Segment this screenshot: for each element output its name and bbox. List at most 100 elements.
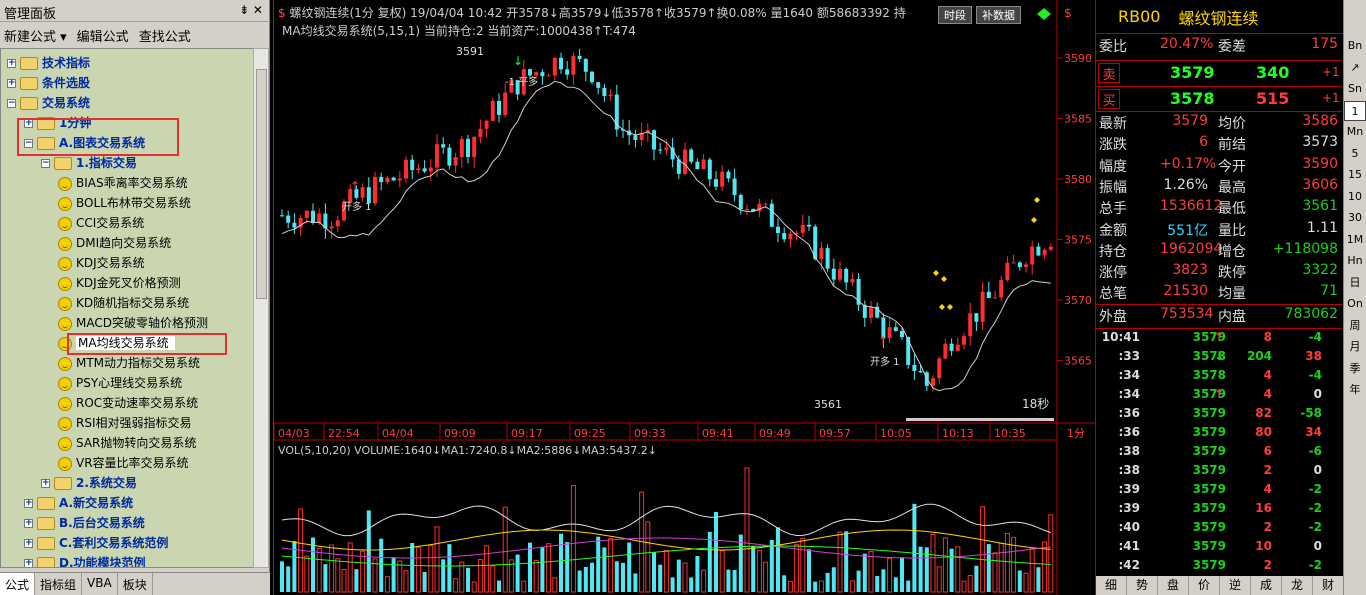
tree-node[interactable]: + B.后台交易系统 xyxy=(24,513,145,533)
expand-icon[interactable]: + xyxy=(7,79,16,88)
candle-body xyxy=(955,344,960,351)
stat-row: 涨跌 6 前结 3573 xyxy=(1096,134,1342,155)
volume-bar xyxy=(403,570,409,593)
expand-icon[interactable]: + xyxy=(24,499,33,508)
tree-node[interactable]: − 1.指标交易 xyxy=(41,153,137,173)
tree-node[interactable]: MTM动力指标交易系统 xyxy=(58,353,200,373)
x-tick-label: 04/04 xyxy=(382,427,414,440)
volume-bar xyxy=(447,544,452,592)
tree-scrollbar[interactable] xyxy=(253,48,269,568)
collapse-icon[interactable]: − xyxy=(7,99,16,108)
stat-value: 1536612 xyxy=(1160,198,1223,215)
tree-node[interactable]: MACD突破零轴价格预测 xyxy=(58,313,208,333)
period-button[interactable]: 日 xyxy=(1344,273,1366,293)
period-button[interactable]: ↗ xyxy=(1344,58,1366,78)
edit-formula-menu[interactable]: 编辑公式 xyxy=(77,26,129,45)
tick-price: 3579 xyxy=(1192,520,1226,534)
tick-change: -2 xyxy=(1308,558,1322,572)
tick-row: :38 3579 6 -6 xyxy=(1096,444,1342,465)
tree-node[interactable]: + D.功能模块范例 xyxy=(24,553,146,567)
period-button[interactable]: 年 xyxy=(1344,380,1366,400)
collapse-icon[interactable]: − xyxy=(41,159,50,168)
period-button[interactable]: 周 xyxy=(1344,316,1366,336)
tree-node[interactable]: BIAS乖离率交易系统 xyxy=(58,173,188,193)
tree-node[interactable]: KD随机指标交易系统 xyxy=(58,293,189,313)
period-button[interactable]: Bn xyxy=(1344,36,1366,56)
expand-icon[interactable]: + xyxy=(24,519,33,528)
tree-node[interactable]: − 交易系统 xyxy=(7,93,90,113)
tree-node[interactable]: SAR抛物转向交易系统 xyxy=(58,433,196,453)
tree-node[interactable]: KDJ交易系统 xyxy=(58,253,145,273)
tree-node[interactable]: VR容量比率交易系统 xyxy=(58,453,189,473)
tree-node[interactable]: + 条件选股 xyxy=(7,73,90,93)
tree-node[interactable]: + A.新交易系统 xyxy=(24,493,133,513)
candle-body xyxy=(311,210,315,223)
tree-node[interactable]: BOLL布林带交易系统 xyxy=(58,193,191,213)
expand-icon[interactable]: + xyxy=(41,479,50,488)
period-button[interactable]: On xyxy=(1344,294,1366,314)
fill-data-button[interactable]: 补数据 xyxy=(976,6,1021,24)
volume-bar xyxy=(912,503,917,592)
quote-tab[interactable]: 细 xyxy=(1096,576,1127,595)
tree-node[interactable]: + 技术指标 xyxy=(7,53,90,73)
quote-tab[interactable]: 价 xyxy=(1189,576,1220,595)
tree-node[interactable]: + C.套利交易系统范例 xyxy=(24,533,168,553)
tree-node[interactable]: CCI交易系统 xyxy=(58,213,144,233)
tab-vba[interactable]: VBA xyxy=(82,573,118,595)
volume-bar xyxy=(787,580,793,593)
quote-tab[interactable]: 财 xyxy=(1313,576,1344,595)
quote-tab[interactable]: 成 xyxy=(1251,576,1282,595)
volume-bar xyxy=(652,552,656,592)
period-button[interactable]: 季 xyxy=(1344,359,1366,379)
price-chart-area[interactable]: 3590 3585 3580 3575 3570 3565 04/03 22:54 04/04 0… xyxy=(273,0,1096,595)
pin-close-icon[interactable]: ⇟ ✕ xyxy=(239,3,263,17)
period-button[interactable]: Sn xyxy=(1344,79,1366,99)
arrow-up-icon: ↑ xyxy=(350,179,360,193)
tree-node[interactable]: KDJ金死叉价格预测 xyxy=(58,273,181,293)
period-button[interactable]: 1 xyxy=(1344,100,1366,121)
tab-formula[interactable]: 公式 xyxy=(0,573,36,595)
period-button[interactable]: 5 xyxy=(1344,144,1366,164)
quote-cell: 委差 xyxy=(1218,39,1246,55)
quote-tab[interactable]: 逆 xyxy=(1220,576,1251,595)
tree-node[interactable]: DMI趋向交易系统 xyxy=(58,233,171,253)
quote-tab[interactable]: 势 xyxy=(1127,576,1158,595)
expand-icon[interactable]: + xyxy=(24,539,33,548)
chart-canvas[interactable]: 3590 3585 3580 3575 3570 3565 04/03 22:54 04/04 0… xyxy=(274,0,1096,595)
scroll-thumb[interactable] xyxy=(256,69,267,299)
system-header: MA均线交易系统(5,15,1) 当前持仓:2 当前资产:1000438↑T:4… xyxy=(282,22,636,39)
volume-bar xyxy=(980,506,986,593)
volume-ma-line xyxy=(281,503,1051,537)
period-button[interactable]: 月 xyxy=(1344,337,1366,357)
volume-bar xyxy=(391,557,396,592)
tree-node[interactable]: PSY心理线交易系统 xyxy=(58,373,182,393)
buy-change: +1 xyxy=(1322,91,1340,105)
period-button[interactable]: 30 xyxy=(1344,208,1366,228)
tree-node[interactable]: +2.系统交易 xyxy=(41,473,137,493)
candle-body xyxy=(974,313,979,322)
timeframe-button[interactable]: 时段 xyxy=(938,6,972,24)
x-unit: 1分 xyxy=(1067,427,1085,440)
expand-icon[interactable]: + xyxy=(7,59,16,68)
expand-icon[interactable]: + xyxy=(24,559,33,567)
smiley-icon xyxy=(58,296,72,311)
tree-node-label: C.套利交易系统范例 xyxy=(59,536,169,550)
period-button[interactable]: Mn xyxy=(1344,122,1366,142)
tree-node[interactable]: RSI相对强弱指标交易 xyxy=(58,413,192,433)
tab-indicator-group[interactable]: 指标组 xyxy=(35,573,83,595)
tab-sector[interactable]: 板块 xyxy=(118,573,153,595)
candle-body xyxy=(931,378,935,386)
tree-node[interactable]: ROC变动速率交易系统 xyxy=(58,393,198,413)
period-button[interactable]: 1M xyxy=(1344,230,1366,250)
period-button[interactable]: 10 xyxy=(1344,187,1366,207)
tick-change: 34 xyxy=(1305,425,1322,439)
candle-body xyxy=(379,176,384,183)
period-button[interactable]: 15 xyxy=(1344,165,1366,185)
find-formula-menu[interactable]: 查找公式 xyxy=(139,26,191,45)
period-button[interactable]: Hn xyxy=(1344,251,1366,271)
quote-tab[interactable]: 盘 xyxy=(1158,576,1189,595)
y-tick-label: 3570 xyxy=(1064,294,1092,307)
volume-bar xyxy=(441,559,446,592)
quote-tab[interactable]: 龙 xyxy=(1282,576,1313,595)
new-formula-menu[interactable]: 新建公式 ▾ xyxy=(4,26,67,45)
